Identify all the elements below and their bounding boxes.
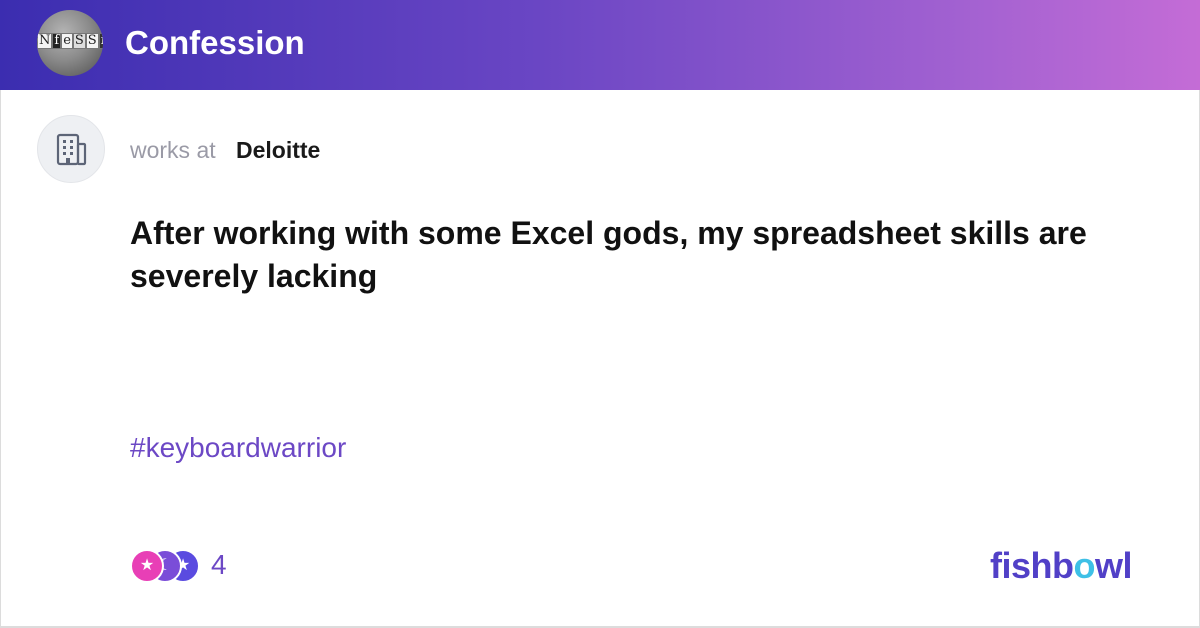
- fishbowl-logo[interactable]: fishbowl: [990, 544, 1133, 588]
- works-at-label: works at: [130, 137, 216, 163]
- brand-o: o: [1073, 545, 1096, 586]
- bowl-logo[interactable]: NfeSSi: [37, 10, 103, 76]
- header-bar: NfeSSi Confession: [0, 0, 1200, 90]
- bowl-title: Confession: [125, 24, 305, 61]
- hashtag-link[interactable]: #keyboardwarrior: [130, 430, 346, 466]
- brand-part-1: fishb: [990, 545, 1074, 586]
- bowl-logo-lettering: NfeSSi: [37, 33, 103, 49]
- company-name[interactable]: Deloitte: [236, 136, 320, 164]
- star-glyph: ★: [139, 557, 155, 574]
- company-avatar: [37, 115, 105, 183]
- reaction-icons[interactable]: ★ ☾ ★: [130, 549, 200, 583]
- building-icon: [56, 133, 87, 166]
- brand-part-2: wl: [1095, 545, 1133, 586]
- star-reaction-icon: ★: [130, 549, 164, 583]
- post-title[interactable]: After working with some Excel gods, my s…: [130, 212, 1130, 298]
- reaction-count: 4: [211, 549, 227, 580]
